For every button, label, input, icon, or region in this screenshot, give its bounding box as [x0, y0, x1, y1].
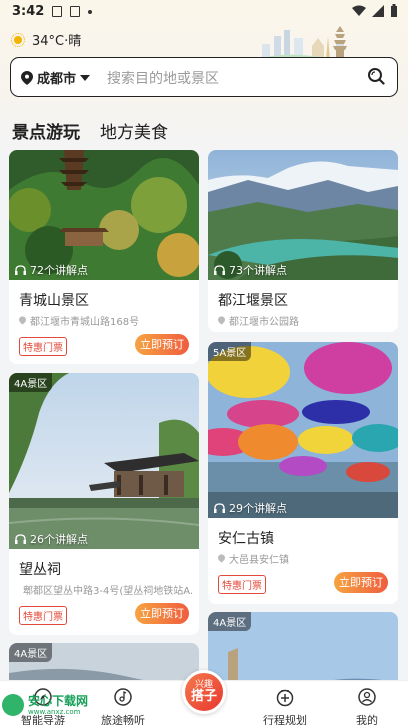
address-text: 郫都区望丛中路3-4号(望丛祠地铁站A...: [23, 586, 193, 597]
tab-label: 地方美食: [100, 123, 168, 143]
card-title: 安仁古镇: [218, 531, 274, 547]
signal-icon: [372, 4, 384, 17]
audio-points-text: 73个讲解点: [229, 264, 287, 277]
headphones-icon: [15, 265, 26, 275]
nav-label: 我的: [356, 714, 378, 725]
rating-badge: 4A景区: [9, 643, 53, 662]
watermark-sub: www.anxz.com: [28, 708, 81, 716]
interest-partner-button[interactable]: 兴趣 搭子: [182, 670, 226, 714]
weather-widget: 34°C·晴: [10, 30, 81, 49]
card-address: 大邑县安仁镇: [218, 551, 392, 566]
status-time: 3:42: [12, 4, 45, 19]
book-now-button[interactable]: 立即预订: [135, 334, 189, 355]
discount-ticket-tag: 特惠门票: [218, 575, 266, 594]
audio-points-text: 72个讲解点: [30, 264, 88, 277]
discount-ticket-tag: 特惠门票: [19, 606, 67, 625]
add-plan-icon: [276, 689, 294, 707]
nav-label: 行程规划: [263, 714, 307, 725]
user-icon: [358, 688, 376, 706]
music-disc-icon: [114, 688, 132, 706]
card-address: 都江堰市青城山路168号: [19, 313, 193, 328]
audio-points-text: 26个讲解点: [30, 533, 88, 546]
notification-icon: [70, 6, 80, 17]
headphones-icon: [15, 534, 26, 544]
card-image: [9, 150, 199, 280]
card-title: 都江堰景区: [218, 293, 288, 309]
nav-profile[interactable]: 我的: [332, 687, 402, 725]
city-label: 成都市: [37, 72, 77, 87]
card-image: [208, 150, 398, 280]
dot-icon: [88, 10, 92, 14]
headphones-icon: [214, 265, 225, 275]
watermark-title: 安心下载网: [28, 694, 89, 708]
status-bar: 3:42: [0, 0, 408, 24]
search-bar[interactable]: 成都市 搜索目的地或景区: [10, 57, 398, 97]
caret-down-icon: [80, 74, 91, 81]
rating-badge: 4A景区: [9, 373, 53, 392]
audio-points-label: 26个讲解点: [15, 531, 88, 547]
tab-local-food[interactable]: 地方美食: [100, 118, 168, 143]
discount-ticket-tag: 特惠门票: [19, 337, 67, 356]
location-pin-icon: [218, 316, 225, 325]
watermark-logo-icon: [2, 694, 24, 716]
headphones-icon: [214, 503, 225, 513]
scenic-card[interactable]: 4A景区 26个讲解点 望丛祠 郫都区望丛中路3-4号(望丛祠地铁站A... 特…: [9, 373, 199, 635]
audio-points-text: 29个讲解点: [229, 502, 287, 515]
address-text: 大邑县安仁镇: [229, 555, 289, 566]
book-now-button[interactable]: 立即预订: [334, 572, 388, 593]
rating-badge: 5A景区: [208, 342, 252, 361]
card-title: 望丛祠: [19, 562, 61, 578]
watermark: 安心下载网 www.anxz.com: [2, 692, 102, 722]
book-now-button[interactable]: 立即预订: [135, 603, 189, 624]
scenic-card[interactable]: 72个讲解点 青城山景区 都江堰市青城山路168号 特惠门票 立即预订: [9, 150, 199, 364]
search-placeholder[interactable]: 搜索目的地或景区: [107, 68, 219, 88]
audio-points-label: 29个讲解点: [214, 500, 287, 516]
tab-scenic-spots[interactable]: 景点游玩: [9, 118, 93, 146]
audio-points-label: 73个讲解点: [214, 262, 287, 278]
pagoda-illustration: [333, 26, 347, 58]
battery-icon: [391, 4, 397, 17]
card-title: 青城山景区: [19, 293, 89, 309]
notification-icon: [52, 6, 62, 17]
card-address: 郫都区望丛中路3-4号(望丛祠地铁站A...: [19, 582, 193, 597]
address-text: 都江堰市公园路: [229, 317, 299, 328]
scenic-card[interactable]: 73个讲解点 都江堰景区 都江堰市公园路: [208, 150, 398, 332]
category-tabs: 景点游玩 地方美食: [9, 118, 168, 146]
sun-icon: [10, 32, 26, 48]
fab-line2: 搭子: [190, 689, 217, 705]
city-selector[interactable]: 成都市: [21, 68, 91, 87]
card-image: [208, 342, 398, 518]
weather-text: 34°C·晴: [32, 34, 82, 49]
card-address: 都江堰市公园路: [218, 313, 392, 328]
tab-label: 景点游玩: [12, 123, 80, 143]
rating-badge: 4A景区: [208, 612, 252, 631]
audio-points-label: 72个讲解点: [15, 262, 88, 278]
location-pin-icon: [218, 554, 225, 563]
scenic-card[interactable]: 5A景区 29个讲解点 安仁古镇 大邑县安仁镇 特惠门票 立即预订: [208, 342, 398, 604]
wifi-icon: [352, 5, 366, 16]
location-pin-icon: [21, 70, 33, 85]
search-icon[interactable]: [367, 67, 385, 85]
card-image: [9, 373, 199, 549]
location-pin-icon: [19, 316, 26, 325]
address-text: 都江堰市青城山路168号: [30, 317, 140, 328]
nav-trip-planning[interactable]: 行程规划: [250, 687, 320, 725]
